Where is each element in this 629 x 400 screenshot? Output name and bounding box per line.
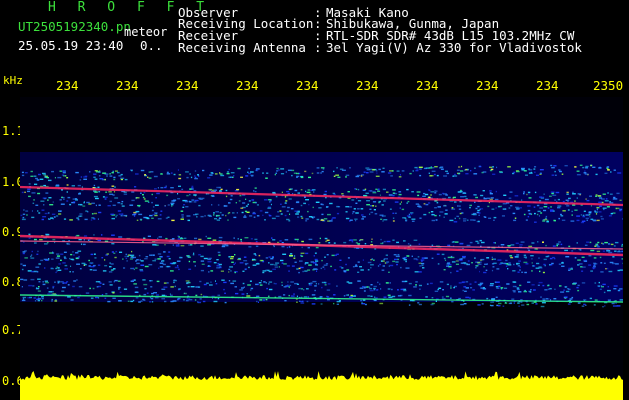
y-axis-unit: kHz	[3, 74, 23, 87]
x-tick: 234	[116, 78, 139, 93]
x-tick: 234	[56, 78, 79, 93]
x-tick: 234	[236, 78, 259, 93]
count-label: 0..	[140, 38, 163, 53]
x-tick: 234	[176, 78, 199, 93]
spectrogram-canvas	[20, 97, 623, 400]
filename-label: UT2505192340.pn	[18, 19, 131, 34]
antenna-colon: :	[314, 40, 322, 55]
x-tick: 234	[536, 78, 559, 93]
local-time-label: 25.05.19 23:40	[18, 38, 124, 53]
x-tick: 234	[476, 78, 499, 93]
antenna-value: 3el Yagi(V) Az 330 for Vladivostok	[326, 40, 582, 55]
spectrogram-window: H R O F F T UT2505192340.pn meteor 25.05…	[0, 0, 629, 400]
x-tick: 234	[416, 78, 439, 93]
x-tick: 234	[356, 78, 379, 93]
x-tick: 234	[296, 78, 319, 93]
spectrogram-plot	[20, 97, 623, 400]
antenna-label: Receiving Antenna	[178, 40, 306, 55]
x-tick: 2350	[593, 78, 624, 93]
